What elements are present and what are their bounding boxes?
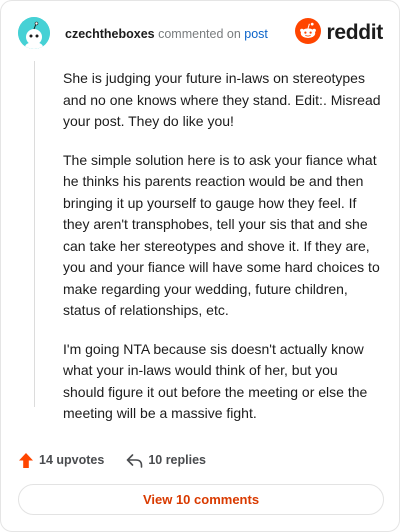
snoo-avatar-icon[interactable]: [18, 17, 50, 49]
view-comments-button[interactable]: View 10 comments: [18, 484, 384, 515]
upvote-arrow-icon: [18, 452, 34, 469]
reply-button[interactable]: 10 replies: [126, 453, 206, 468]
commented-on-text: commented on: [158, 27, 241, 41]
comment-actions: 14 upvotes 10 replies: [18, 450, 206, 470]
comment-paragraph: I'm going NTA because sis doesn't actual…: [63, 340, 368, 422]
reply-arrow-icon: [126, 453, 143, 468]
upvote-button[interactable]: 14 upvotes: [18, 452, 104, 469]
reddit-wordmark: reddit: [326, 21, 383, 44]
comment-paragraph: The simple solution here is to ask your …: [63, 151, 380, 319]
upvote-count: 14 upvotes: [39, 453, 105, 467]
reply-count: 10 replies: [148, 453, 206, 467]
comment-card: czechtheboxes commented on post reddit S…: [0, 0, 400, 532]
username[interactable]: czechtheboxes: [65, 27, 155, 41]
post-link[interactable]: post: [244, 27, 268, 41]
reddit-logo[interactable]: reddit: [295, 17, 383, 49]
comment-body: She is judging your future in-laws on st…: [63, 68, 381, 442]
comment-meta: czechtheboxes commented on post: [65, 26, 268, 42]
comment-paragraph: She is judging your future in-laws on st…: [63, 70, 381, 129]
reddit-snoo-icon: [295, 17, 322, 49]
thread-line[interactable]: [34, 61, 35, 407]
comment-header: czechtheboxes commented on post reddit: [18, 17, 383, 51]
